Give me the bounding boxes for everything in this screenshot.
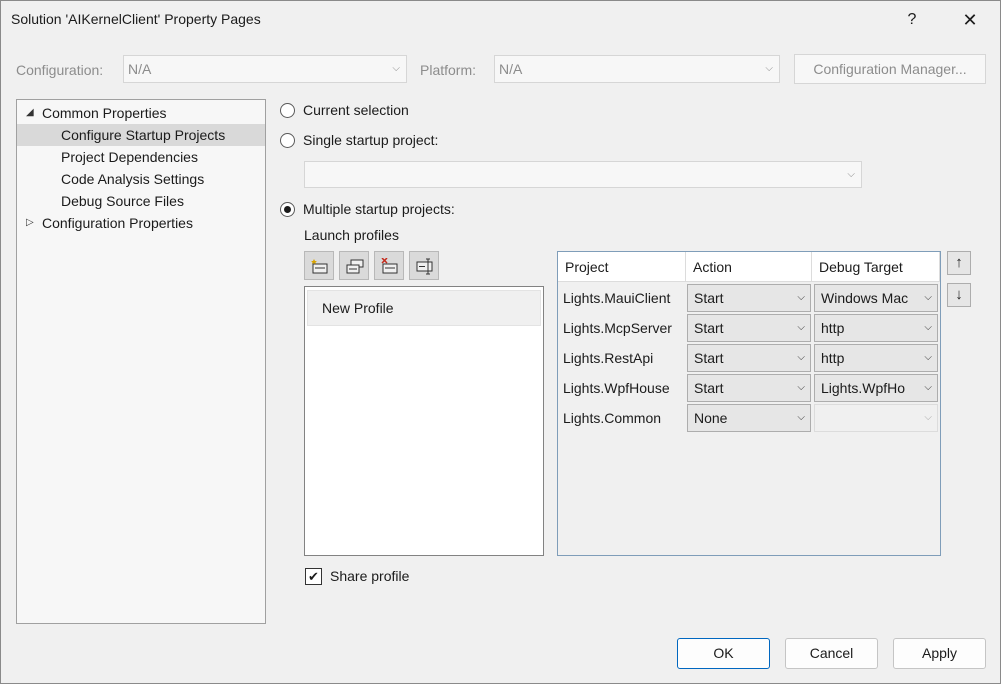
chevron-down-icon: ⌵ bbox=[797, 322, 805, 333]
chevron-down-icon: ⌵ bbox=[797, 292, 805, 303]
tree-item-label: Code Analysis Settings bbox=[61, 171, 205, 187]
delete-profile-icon bbox=[381, 258, 398, 274]
chevron-down-icon: ⌵ bbox=[797, 352, 805, 363]
tree-item-label: Debug Source Files bbox=[61, 193, 184, 209]
action-dropdown[interactable]: Start ⌵ bbox=[687, 374, 811, 402]
radio-selected-dot bbox=[284, 206, 291, 213]
share-profile-label: Share profile bbox=[330, 568, 410, 584]
tree-item-label: Configure Startup Projects bbox=[61, 127, 226, 143]
action-value: None bbox=[694, 410, 728, 426]
apply-button[interactable]: Apply bbox=[893, 638, 986, 669]
launch-profiles-list[interactable]: New Profile bbox=[304, 286, 544, 556]
table-row-project: Lights.MauiClient bbox=[558, 283, 686, 313]
tree-item-label: Configuration Properties bbox=[42, 215, 193, 231]
chevron-down-icon: ⌵ bbox=[797, 382, 805, 393]
column-header-project[interactable]: Project bbox=[558, 252, 686, 282]
column-header-debug-target[interactable]: Debug Target bbox=[812, 252, 940, 282]
debug-target-dropdown[interactable]: http ⌵ bbox=[814, 314, 938, 342]
tree-item-configuration-properties[interactable]: ▷ Configuration Properties bbox=[17, 212, 265, 234]
rename-profile-button[interactable] bbox=[409, 251, 439, 280]
chevron-down-icon: ⌵ bbox=[924, 322, 932, 333]
chevron-down-icon: ⌵ bbox=[924, 382, 932, 393]
chevron-down-icon: ⌵ bbox=[765, 63, 773, 74]
single-startup-combo[interactable]: ⌵ bbox=[304, 161, 862, 188]
table-row-project: Lights.WpfHouse bbox=[558, 373, 686, 403]
action-value: Start bbox=[694, 290, 724, 306]
tree-item-debug-source-files[interactable]: Debug Source Files bbox=[17, 190, 265, 212]
move-up-button[interactable]: ↑ bbox=[947, 251, 971, 275]
window-title: Solution 'AIKernelClient' Property Pages bbox=[11, 11, 261, 27]
action-value: Start bbox=[694, 350, 724, 366]
debug-target-value: Windows Mac bbox=[821, 290, 909, 306]
action-dropdown[interactable]: Start ⌵ bbox=[687, 344, 811, 372]
tree-item-configure-startup-projects[interactable]: Configure Startup Projects bbox=[17, 124, 265, 146]
debug-target-value: http bbox=[821, 320, 845, 336]
column-header-action[interactable]: Action bbox=[686, 252, 812, 282]
tree-item-label: Common Properties bbox=[42, 105, 167, 121]
tree-item-project-dependencies[interactable]: Project Dependencies bbox=[17, 146, 265, 168]
configuration-combo[interactable]: N/A ⌵ bbox=[123, 55, 407, 83]
close-button[interactable]: ✕ bbox=[947, 1, 993, 39]
configuration-value: N/A bbox=[128, 61, 152, 77]
move-down-button[interactable]: ↓ bbox=[947, 283, 971, 307]
help-button[interactable]: ? bbox=[889, 1, 935, 39]
single-startup-radio[interactable] bbox=[280, 133, 295, 148]
startup-projects-grid[interactable]: Project Action Debug Target Lights.MauiC… bbox=[557, 251, 941, 556]
chevron-down-icon: ⌵ bbox=[924, 352, 932, 363]
platform-combo[interactable]: N/A ⌵ bbox=[494, 55, 780, 83]
debug-target-dropdown: ⌵ bbox=[814, 404, 938, 432]
share-profile-checkbox[interactable]: ✔ bbox=[305, 568, 322, 585]
tree-item-common-properties[interactable]: ◢ Common Properties bbox=[17, 102, 265, 124]
delete-profile-button[interactable] bbox=[374, 251, 404, 280]
ok-button[interactable]: OK bbox=[677, 638, 770, 669]
chevron-down-icon: ⌵ bbox=[924, 412, 932, 423]
copy-profile-button[interactable] bbox=[339, 251, 369, 280]
table-row-project: Lights.RestApi bbox=[558, 343, 686, 373]
property-pages-dialog: Solution 'AIKernelClient' Property Pages… bbox=[0, 0, 1001, 684]
chevron-down-icon: ⌵ bbox=[847, 169, 855, 180]
current-selection-radio[interactable] bbox=[280, 103, 295, 118]
debug-target-dropdown[interactable]: Windows Mac ⌵ bbox=[814, 284, 938, 312]
expanded-arrow-icon[interactable]: ◢ bbox=[26, 102, 34, 124]
debug-target-value: http bbox=[821, 350, 845, 366]
configuration-label: Configuration: bbox=[16, 62, 104, 78]
cancel-button[interactable]: Cancel bbox=[785, 638, 878, 669]
title-bar: Solution 'AIKernelClient' Property Pages… bbox=[1, 1, 1000, 39]
action-dropdown[interactable]: Start ⌵ bbox=[687, 314, 811, 342]
property-tree: ◢ Common Properties Configure Startup Pr… bbox=[16, 99, 266, 624]
list-item[interactable]: New Profile bbox=[307, 290, 541, 326]
platform-value: N/A bbox=[499, 61, 523, 77]
collapsed-arrow-icon[interactable]: ▷ bbox=[26, 212, 34, 234]
platform-label: Platform: bbox=[420, 62, 477, 78]
configuration-manager-button[interactable]: Configuration Manager... bbox=[794, 54, 986, 84]
new-profile-icon bbox=[311, 259, 328, 274]
new-profile-button[interactable] bbox=[304, 251, 334, 280]
multiple-startup-radio[interactable] bbox=[280, 202, 295, 217]
action-dropdown[interactable]: Start ⌵ bbox=[687, 284, 811, 312]
debug-target-value: Lights.WpfHo bbox=[821, 380, 906, 396]
debug-target-dropdown[interactable]: Lights.WpfHo ⌵ bbox=[814, 374, 938, 402]
copy-profile-icon bbox=[346, 259, 364, 274]
chevron-down-icon: ⌵ bbox=[797, 412, 805, 423]
action-value: Start bbox=[694, 380, 724, 396]
multiple-startup-label: Multiple startup projects: bbox=[303, 201, 455, 217]
debug-target-dropdown[interactable]: http ⌵ bbox=[814, 344, 938, 372]
checkmark-icon: ✔ bbox=[308, 569, 319, 584]
tree-item-code-analysis-settings[interactable]: Code Analysis Settings bbox=[17, 168, 265, 190]
current-selection-label: Current selection bbox=[303, 102, 409, 118]
chevron-down-icon: ⌵ bbox=[392, 63, 400, 74]
launch-profiles-label: Launch profiles bbox=[304, 227, 399, 243]
chevron-down-icon: ⌵ bbox=[924, 292, 932, 303]
table-row-project: Lights.Common bbox=[558, 403, 686, 433]
action-value: Start bbox=[694, 320, 724, 336]
rename-profile-icon bbox=[416, 258, 433, 275]
action-dropdown[interactable]: None ⌵ bbox=[687, 404, 811, 432]
tree-item-label: Project Dependencies bbox=[61, 149, 198, 165]
table-row-project: Lights.McpServer bbox=[558, 313, 686, 343]
single-startup-label: Single startup project: bbox=[303, 132, 439, 148]
